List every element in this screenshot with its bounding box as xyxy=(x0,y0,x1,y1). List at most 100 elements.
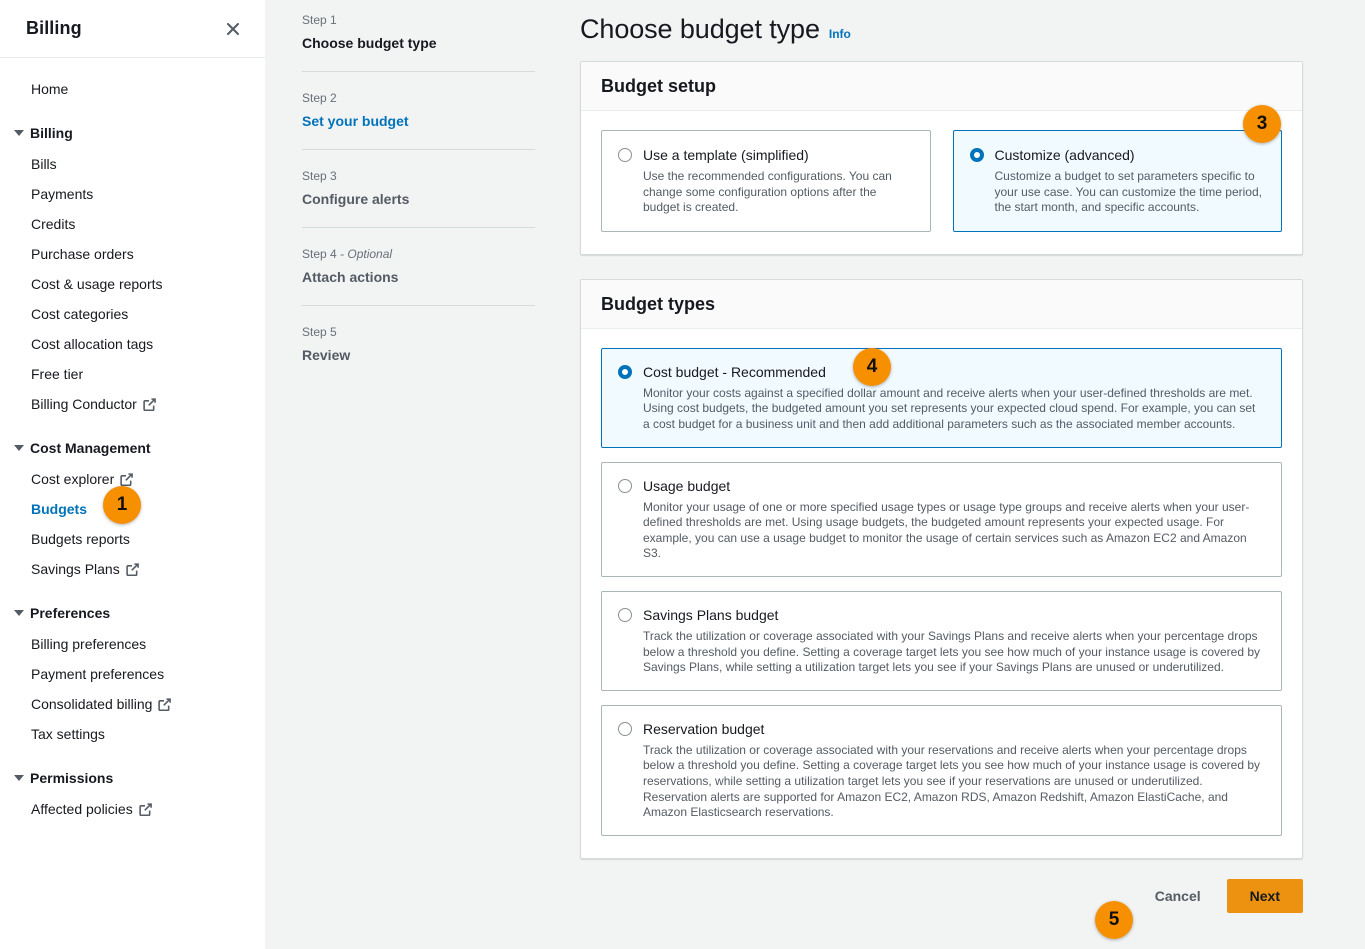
external-link-icon xyxy=(126,563,139,576)
sidebar-item-cost-allocation-tags[interactable]: Cost allocation tags xyxy=(0,329,265,359)
step-name[interactable]: Set your budget xyxy=(302,110,535,132)
sidebar-item-label: Bills xyxy=(31,156,57,172)
step-name: Attach actions xyxy=(302,266,535,288)
sidebar-item-label: Purchase orders xyxy=(31,246,134,262)
next-button[interactable]: Next xyxy=(1227,879,1303,913)
sidebar-group-billing[interactable]: Billing xyxy=(0,117,265,149)
budget-type-options: Cost budget - RecommendedMonitor your co… xyxy=(601,348,1282,836)
sidebar-item-label: Billing preferences xyxy=(31,636,146,652)
option-head: Use a template (simplified) xyxy=(618,145,914,165)
cancel-button[interactable]: Cancel xyxy=(1151,882,1205,910)
radio-button[interactable] xyxy=(618,365,632,379)
step-number: Step 4 - Optional xyxy=(302,244,535,264)
sidebar-item-payments[interactable]: Payments xyxy=(0,179,265,209)
sidebar-item-label: Savings Plans xyxy=(31,561,120,577)
budget-setup-card: Budget setup Use a template (simplified)… xyxy=(580,61,1303,255)
budget-type-option-cost-budget-recommended[interactable]: Cost budget - RecommendedMonitor your co… xyxy=(601,348,1282,448)
wizard-footer: Cancel Next xyxy=(580,859,1303,913)
budget-setup-options: Use a template (simplified)Use the recom… xyxy=(601,130,1282,232)
sidebar-item-free-tier[interactable]: Free tier xyxy=(0,359,265,389)
option-label: Reservation budget xyxy=(643,719,764,739)
sidebar-item-label: Affected policies xyxy=(31,801,133,817)
sidebar-group-preferences[interactable]: Preferences xyxy=(0,597,265,629)
sidebar-item-budgets[interactable]: Budgets xyxy=(0,494,265,524)
sidebar-group-cost-management[interactable]: Cost Management xyxy=(0,432,265,464)
sidebar-item-consolidated-billing[interactable]: Consolidated billing xyxy=(0,689,265,719)
option-head: Savings Plans budget xyxy=(618,605,1265,625)
sidebar-item-label: Cost explorer xyxy=(31,471,114,487)
page-title: Choose budget type xyxy=(580,14,820,45)
app-root: Billing Home Billing Bills Payments Credits… xyxy=(0,0,1365,949)
sidebar-item-savings-plans[interactable]: Savings Plans xyxy=(0,554,265,584)
step-divider xyxy=(302,227,535,228)
sidebar-item-label: Billing Conductor xyxy=(31,396,137,412)
sidebar-groups: Billing Bills Payments Credits Purchase orde… xyxy=(0,117,265,824)
sidebar-item-affected-policies[interactable]: Affected policies xyxy=(0,794,265,824)
main-area: Step 1Choose budget typeStep 2Set your b… xyxy=(265,0,1365,949)
radio-button[interactable] xyxy=(618,608,632,622)
budget-types-card: Budget types Cost budget - RecommendedMo… xyxy=(580,279,1303,859)
sidebar-item-payment-preferences[interactable]: Payment preferences xyxy=(0,659,265,689)
step-number: Step 1 xyxy=(302,10,535,30)
sidebar-item-cost-explorer[interactable]: Cost explorer xyxy=(0,464,265,494)
sidebar-item-label: Consolidated billing xyxy=(31,696,152,712)
caret-down-icon xyxy=(14,610,24,616)
option-label: Cost budget - Recommended xyxy=(643,362,826,382)
option-description: Track the utilization or coverage associ… xyxy=(643,743,1265,821)
budget-setup-option-customize-advanced[interactable]: Customize (advanced)Customize a budget t… xyxy=(953,130,1283,232)
sidebar-item-billing-conductor[interactable]: Billing Conductor xyxy=(0,389,265,419)
sidebar-item-label: Cost allocation tags xyxy=(31,336,153,352)
sidebar-item-billing-preferences[interactable]: Billing preferences xyxy=(0,629,265,659)
billing-sidebar: Billing Home Billing Bills Payments Credits… xyxy=(0,0,265,949)
option-description: Monitor your usage of one or more specif… xyxy=(643,500,1265,562)
step-divider xyxy=(302,149,535,150)
sidebar-item-label: Credits xyxy=(31,216,75,232)
step-name: Review xyxy=(302,344,535,366)
option-head: Reservation budget xyxy=(618,719,1265,739)
info-link[interactable]: Info xyxy=(829,27,851,41)
caret-down-icon xyxy=(14,130,24,136)
step-divider xyxy=(302,71,535,72)
sidebar-item-tax-settings[interactable]: Tax settings xyxy=(0,719,265,749)
option-head: Customize (advanced) xyxy=(970,145,1266,165)
sidebar-item-budgets-reports[interactable]: Budgets reports xyxy=(0,524,265,554)
close-icon[interactable] xyxy=(223,19,243,39)
budget-type-option-savings-plans-budget[interactable]: Savings Plans budgetTrack the utilizatio… xyxy=(601,591,1282,691)
sidebar-title: Billing xyxy=(26,18,82,39)
wizard-step-3: Step 3Configure alerts xyxy=(302,166,570,210)
sidebar-group-label: Cost Management xyxy=(30,440,151,456)
wizard-step-1: Step 1Choose budget type xyxy=(302,10,570,54)
budget-type-option-reservation-budget[interactable]: Reservation budget Track the utilization … xyxy=(601,705,1282,836)
option-label: Usage budget xyxy=(643,476,730,496)
option-head: Cost budget - Recommended xyxy=(618,362,1265,382)
sidebar-item-label: Budgets reports xyxy=(31,531,130,547)
sidebar-item-purchase-orders[interactable]: Purchase orders xyxy=(0,239,265,269)
wizard-content: Choose budget type Info Budget setup Use… xyxy=(570,0,1365,949)
radio-button[interactable] xyxy=(618,148,632,162)
radio-button[interactable] xyxy=(618,479,632,493)
wizard-step-2[interactable]: Step 2Set your budget xyxy=(302,88,570,132)
sidebar-item-bills[interactable]: Bills xyxy=(0,149,265,179)
budget-setup-header: Budget setup xyxy=(581,62,1302,111)
wizard-step-5: Step 5Review xyxy=(302,322,570,366)
wizard-step-4: Step 4 - OptionalAttach actions xyxy=(302,244,570,288)
sidebar-item-credits[interactable]: Credits xyxy=(0,209,265,239)
budget-setup-title: Budget setup xyxy=(601,76,1282,97)
sidebar-group-label: Billing xyxy=(30,125,73,141)
sidebar-item-label: Payments xyxy=(31,186,93,202)
sidebar-item-cost-usage-reports[interactable]: Cost & usage reports xyxy=(0,269,265,299)
option-label: Customize (advanced) xyxy=(995,145,1135,165)
radio-button[interactable] xyxy=(970,148,984,162)
sidebar-group-permissions[interactable]: Permissions xyxy=(0,762,265,794)
budget-type-option-usage-budget[interactable]: Usage budget Monitor your usage of one or… xyxy=(601,462,1282,577)
sidebar-item-label: Free tier xyxy=(31,366,83,382)
radio-button[interactable] xyxy=(618,722,632,736)
sidebar-item-home[interactable]: Home xyxy=(0,74,265,104)
sidebar-item-cost-categories[interactable]: Cost categories xyxy=(0,299,265,329)
budget-setup-option-use-a-template-simplified[interactable]: Use a template (simplified)Use the recom… xyxy=(601,130,931,232)
budget-types-body: Cost budget - RecommendedMonitor your co… xyxy=(581,329,1302,858)
sidebar-item-label: Cost & usage reports xyxy=(31,276,163,292)
option-label: Savings Plans budget xyxy=(643,605,778,625)
caret-down-icon xyxy=(14,445,24,451)
external-link-icon xyxy=(139,803,152,816)
